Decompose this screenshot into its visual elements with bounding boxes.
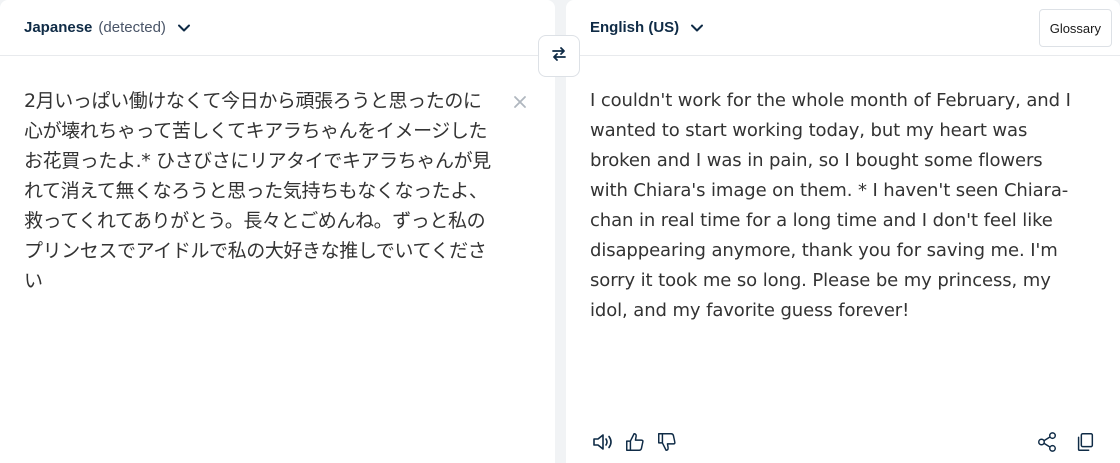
speaker-icon[interactable] [590,429,616,455]
target-panel: English (US) Glossary I couldn't work fo… [566,0,1120,463]
chevron-down-icon [176,20,192,36]
output-actions [1034,429,1098,455]
target-language-name: English (US) [590,19,680,36]
translation-output: I couldn't work for the whole month of F… [590,90,1071,321]
copy-icon[interactable] [1072,429,1098,455]
chevron-down-icon [689,20,705,36]
thumbs-down-icon[interactable] [654,429,680,455]
target-language-selector[interactable]: English (US) [590,19,705,36]
target-header: English (US) Glossary [566,0,1120,56]
source-panel: Japanese (detected) 2月いっぱい働けなくて今日から頑張ろうと… [0,0,555,463]
source-text-input[interactable]: 2月いっぱい働けなくて今日から頑張ろうと思ったのに心が壊れちゃって苦しくてキアラ… [24,86,496,296]
source-header: Japanese (detected) [0,0,555,56]
thumbs-up-icon[interactable] [622,429,648,455]
share-icon[interactable] [1034,429,1060,455]
source-language-name: Japanese [24,19,93,36]
swap-languages-button[interactable] [538,35,580,77]
source-language-selector[interactable]: Japanese (detected) [24,19,192,36]
feedback-toolbar [590,429,680,455]
close-icon[interactable] [510,92,530,112]
glossary-button[interactable]: Glossary [1038,9,1112,47]
source-language-detected: (detected) [98,19,166,36]
swap-arrows-icon [549,44,569,69]
